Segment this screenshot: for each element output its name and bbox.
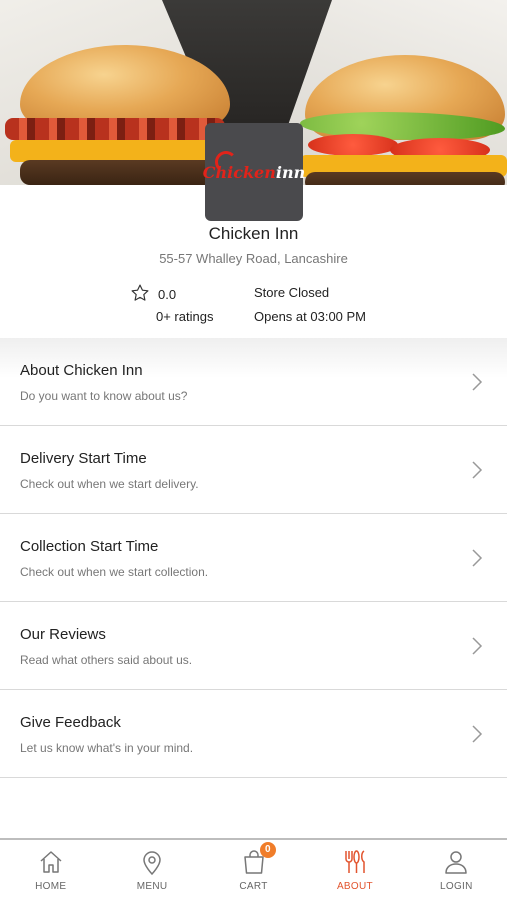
rating-count: 0+ ratings [156, 309, 214, 324]
logo-text-chicken: Chicken [202, 162, 276, 182]
tab-label: LOGIN [440, 881, 473, 892]
tab-label: MENU [136, 881, 168, 892]
chevron-right-icon [472, 373, 483, 391]
menu-item-subtitle: Let us know what's in your mind. [20, 741, 194, 755]
menu-item-subtitle: Check out when we start collection. [20, 565, 209, 579]
tab-label: ABOUT [336, 881, 373, 892]
bottom-tab-bar: HOME MENU 0 CART ABOUT LOGIN [0, 838, 507, 900]
store-address: 55-57 Whalley Road, Lancashire [159, 251, 348, 266]
menu-item-about[interactable]: About Chicken Inn Do you want to know ab… [0, 338, 507, 426]
chevron-right-icon [472, 725, 483, 743]
chevron-right-icon [472, 637, 483, 655]
tab-label: CART [239, 881, 268, 892]
menu-item-subtitle: Check out when we start delivery. [20, 477, 199, 491]
store-logo: Chickeninn [202, 123, 306, 221]
menu-item-feedback[interactable]: Give Feedback Let us know what's in your… [0, 690, 507, 778]
logo-text-inn: inn [275, 162, 306, 182]
cutlery-icon [345, 850, 365, 873]
tab-home[interactable]: HOME [0, 840, 101, 900]
tab-about[interactable]: ABOUT [304, 840, 405, 900]
tab-menu[interactable]: MENU [101, 840, 202, 900]
logo-bird-icon [215, 151, 237, 173]
store-opens-at: Opens at 03:00 PM [254, 309, 367, 324]
chevron-right-icon [472, 461, 483, 479]
chevron-right-icon [472, 549, 483, 567]
left-burger-cheese [10, 140, 225, 162]
menu-item-collection-time[interactable]: Collection Start Time Check out when we … [0, 514, 507, 602]
rating-value: 0.0 [158, 287, 177, 302]
tab-login[interactable]: LOGIN [406, 840, 507, 900]
star-icon [131, 284, 149, 301]
tab-cart[interactable]: 0 CART [203, 840, 304, 900]
store-closed-label: Store Closed [254, 285, 330, 300]
about-menu-list: About Chicken Inn Do you want to know ab… [0, 338, 507, 778]
user-icon [445, 851, 468, 874]
left-burger-bacon [5, 118, 225, 140]
menu-item-title: Our Reviews [20, 626, 106, 643]
store-status: Store Closed Opens at 03:00 PM [254, 285, 366, 324]
store-name: Chicken Inn [208, 224, 299, 243]
menu-item-title: Give Feedback [20, 714, 121, 731]
cart-count-badge: 0 [259, 842, 276, 858]
right-burger-tomato [308, 134, 398, 156]
menu-item-title: Collection Start Time [20, 538, 159, 555]
right-burger-patty [305, 172, 505, 185]
menu-item-title: Delivery Start Time [20, 450, 147, 467]
map-pin-icon [143, 851, 161, 876]
menu-item-subtitle: Read what others said about us. [20, 653, 193, 667]
home-icon [40, 851, 62, 873]
menu-item-title: About Chicken Inn [20, 362, 143, 379]
menu-item-subtitle: Do you want to know about us? [20, 389, 188, 403]
menu-item-reviews[interactable]: Our Reviews Read what others said about … [0, 602, 507, 690]
menu-item-delivery-time[interactable]: Delivery Start Time Check out when we st… [0, 426, 507, 514]
tab-label: HOME [35, 881, 67, 892]
left-burger-patty [20, 160, 220, 185]
